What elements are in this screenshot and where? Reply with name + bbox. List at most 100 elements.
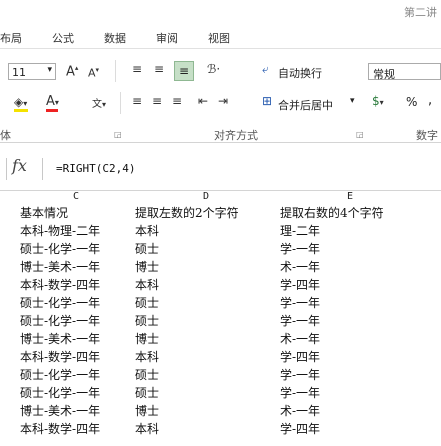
header-row: 基本情况 提取左数的2个字符 提取右数的4个字符: [0, 206, 441, 221]
alignment-group-label: 对齐方式: [214, 129, 258, 142]
cell-basic-info[interactable]: 博士-美术-一年: [20, 404, 132, 419]
table-row: 博士-美术-一年 博士 术-一年: [0, 404, 441, 419]
cell-basic-info[interactable]: 博士-美术-一年: [20, 260, 132, 275]
align-right-icon[interactable]: ≡: [172, 94, 182, 108]
cell-right-extract[interactable]: 学-一年: [280, 296, 440, 311]
alignment-dialog-launcher-icon[interactable]: ◲: [356, 130, 364, 139]
wrap-text-icon[interactable]: ⤶: [262, 62, 269, 77]
font-dialog-launcher-icon[interactable]: ◲: [114, 130, 122, 139]
cell-right-extract[interactable]: 学-四年: [280, 278, 440, 293]
cell-basic-info[interactable]: 硕士-化学-一年: [20, 386, 132, 401]
header-cell[interactable]: 提取左数的2个字符: [135, 206, 277, 221]
decrease-font-label: A: [88, 66, 96, 80]
table-row: 本科-物理-二年 本科 理-二年: [0, 224, 441, 239]
font-group-label: 体: [0, 129, 11, 142]
column-header-c[interactable]: C: [20, 191, 132, 202]
worksheet: C D E 基本情况 提取左数的2个字符 提取右数的4个字符 本科-物理-二年 …: [0, 191, 441, 446]
cell-basic-info[interactable]: 硕士-化学-一年: [20, 296, 132, 311]
phonetic-icon[interactable]: 文▾: [92, 95, 106, 110]
column-header-d[interactable]: D: [135, 191, 277, 202]
font-color-icon[interactable]: A▾: [46, 94, 59, 109]
cell-basic-info[interactable]: 博士-美术-一年: [20, 332, 132, 347]
decrease-font-button[interactable]: A▾: [88, 66, 99, 80]
ribbon: 第二讲 布局 公式 数据 审阅 视图 11 ▾ A▴ A▾ ≡ ≡ ≡ ℬ· ⤶…: [0, 0, 441, 150]
separator: [42, 158, 43, 180]
cell-left-extract[interactable]: 硕士: [135, 314, 277, 329]
tab-review[interactable]: 审阅: [156, 30, 178, 46]
merge-center-label[interactable]: 合并后居中: [278, 97, 333, 113]
cell-right-extract[interactable]: 学-四年: [280, 422, 440, 437]
tab-view[interactable]: 视图: [208, 30, 230, 46]
table-row: 硕士-化学-一年 硕士 学-一年: [0, 296, 441, 311]
tab-layout[interactable]: 布局: [0, 30, 22, 46]
cell-basic-info[interactable]: 本科-数学-四年: [20, 278, 132, 293]
cell-left-extract[interactable]: 硕士: [135, 242, 277, 257]
cell-basic-info[interactable]: 硕士-化学-一年: [20, 242, 132, 257]
chevron-down-icon[interactable]: ▾: [47, 65, 52, 75]
cell-right-extract[interactable]: 学-一年: [280, 314, 440, 329]
increase-font-label: A: [66, 64, 75, 80]
cell-left-extract[interactable]: 本科: [135, 350, 277, 365]
header-cell[interactable]: 基本情况: [20, 206, 132, 221]
table-row: 博士-美术-一年 博士 术-一年: [0, 260, 441, 275]
align-center-icon[interactable]: ≡: [152, 94, 162, 108]
cell-left-extract[interactable]: 硕士: [135, 386, 277, 401]
cell-basic-info[interactable]: 本科-数学-四年: [20, 422, 132, 437]
separator: [120, 92, 121, 114]
cell-right-extract[interactable]: 术-一年: [280, 260, 440, 275]
window-title-fragment: 第二讲: [404, 6, 437, 19]
fill-color-swatch: [14, 109, 28, 112]
cell-right-extract[interactable]: 术-一年: [280, 332, 440, 347]
merge-icon[interactable]: ⊞: [262, 94, 272, 108]
number-format-select[interactable]: 常规: [368, 63, 441, 81]
cell-left-extract[interactable]: 本科: [135, 422, 277, 437]
align-bottom-icon[interactable]: ≡: [174, 61, 194, 81]
table-row: 硕士-化学-一年 硕士 学-一年: [0, 368, 441, 383]
cell-basic-info[interactable]: 硕士-化学-一年: [20, 368, 132, 383]
orientation-icon[interactable]: ℬ·: [207, 62, 220, 76]
cell-basic-info[interactable]: 本科-数学-四年: [20, 350, 132, 365]
decrease-indent-icon[interactable]: ⇤: [198, 94, 208, 108]
separator: [115, 60, 116, 82]
wrap-text-label[interactable]: 自动换行: [278, 65, 322, 81]
formula-input[interactable]: =RIGHT(C2,4): [56, 162, 135, 175]
table-row: 硕士-化学-一年 硕士 学-一年: [0, 386, 441, 401]
separator: [6, 158, 7, 180]
tab-formulas[interactable]: 公式: [52, 30, 74, 46]
cell-left-extract[interactable]: 硕士: [135, 296, 277, 311]
comma-button[interactable]: ,: [428, 93, 432, 108]
cell-right-extract[interactable]: 学-四年: [280, 350, 440, 365]
cell-left-extract[interactable]: 博士: [135, 260, 277, 275]
number-group-label: 数字: [416, 129, 438, 142]
tab-data[interactable]: 数据: [104, 30, 126, 46]
cell-right-extract[interactable]: 学-一年: [280, 386, 440, 401]
table-row: 硕士-化学-一年 硕士 学-一年: [0, 242, 441, 257]
header-cell[interactable]: 提取右数的4个字符: [280, 206, 440, 221]
cell-basic-info[interactable]: 本科-物理-二年: [20, 224, 132, 239]
fill-color-icon[interactable]: ◈▾: [14, 95, 27, 109]
increase-font-button[interactable]: A▴: [66, 64, 78, 79]
tab-divider: [0, 48, 441, 49]
percent-button[interactable]: %: [406, 95, 417, 109]
table-row: 硕士-化学-一年 硕士 学-一年: [0, 314, 441, 329]
cell-left-extract[interactable]: 硕士: [135, 368, 277, 383]
cell-left-extract[interactable]: 本科: [135, 224, 277, 239]
cell-left-extract[interactable]: 博士: [135, 404, 277, 419]
cell-right-extract[interactable]: 学-一年: [280, 242, 440, 257]
cell-left-extract[interactable]: 本科: [135, 278, 277, 293]
cell-left-extract[interactable]: 博士: [135, 332, 277, 347]
formula-bar: fx =RIGHT(C2,4): [0, 150, 441, 191]
cell-right-extract[interactable]: 学-一年: [280, 368, 440, 383]
align-top-icon[interactable]: ≡: [132, 62, 142, 76]
cell-right-extract[interactable]: 理-二年: [280, 224, 440, 239]
align-left-icon[interactable]: ≡: [132, 94, 142, 108]
font-size-select[interactable]: 11 ▾: [8, 63, 56, 80]
insert-function-icon[interactable]: fx: [12, 156, 27, 175]
align-middle-icon[interactable]: ≡: [154, 62, 164, 76]
increase-indent-icon[interactable]: ⇥: [218, 94, 228, 108]
cell-basic-info[interactable]: 硕士-化学-一年: [20, 314, 132, 329]
column-header-e[interactable]: E: [280, 191, 420, 202]
currency-icon[interactable]: $▾: [372, 94, 384, 108]
chevron-down-icon[interactable]: ▾: [350, 96, 355, 106]
cell-right-extract[interactable]: 术-一年: [280, 404, 440, 419]
